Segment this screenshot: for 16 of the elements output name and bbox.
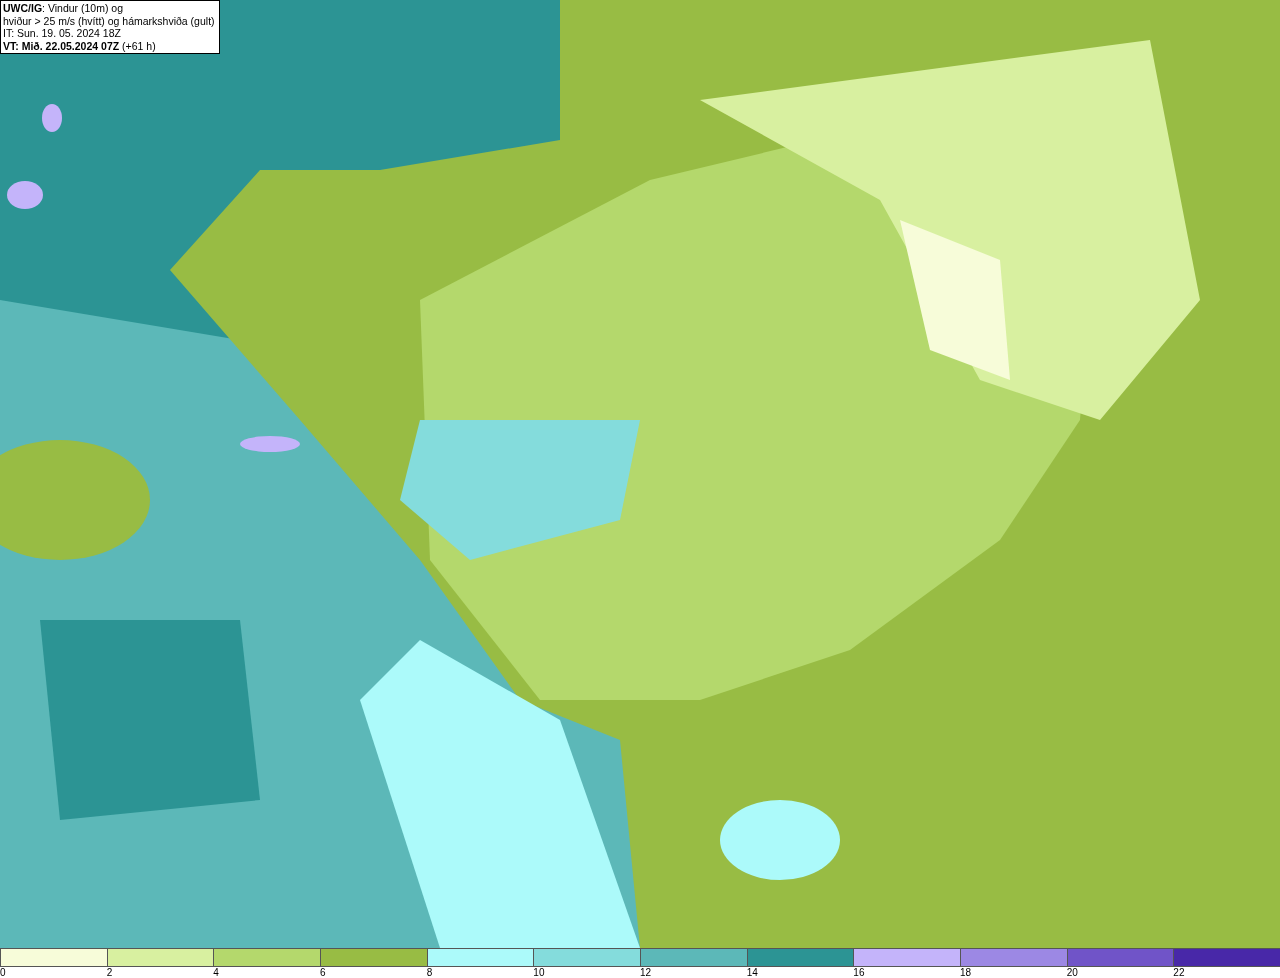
legend-label: 20 [1066,967,1078,978]
legend-label: 2 [106,967,113,978]
legend-label: 18 [960,967,972,978]
legend-label: 6 [320,967,326,978]
info-line: IT: Sun. 19. 05. 2024 18Z [3,27,122,40]
info-line: VT: Mið. 22.05.2024 07Z (+61 h) [3,39,157,52]
legend-label: 10 [533,967,545,978]
legend-label: 12 [640,967,652,978]
info-line: UWC/IG: Vindur (10m) og [3,2,124,15]
legend-label: 16 [853,967,865,978]
legend-label: 14 [746,967,758,978]
info-line: hviður > 25 m/s (hvítt) og hámarkshviða (gult) [3,14,215,27]
legend-label: 22 [1173,967,1185,978]
legend-label: 0 [0,967,6,978]
legend-label: 4 [213,967,219,978]
legend-label: 8 [426,967,433,978]
